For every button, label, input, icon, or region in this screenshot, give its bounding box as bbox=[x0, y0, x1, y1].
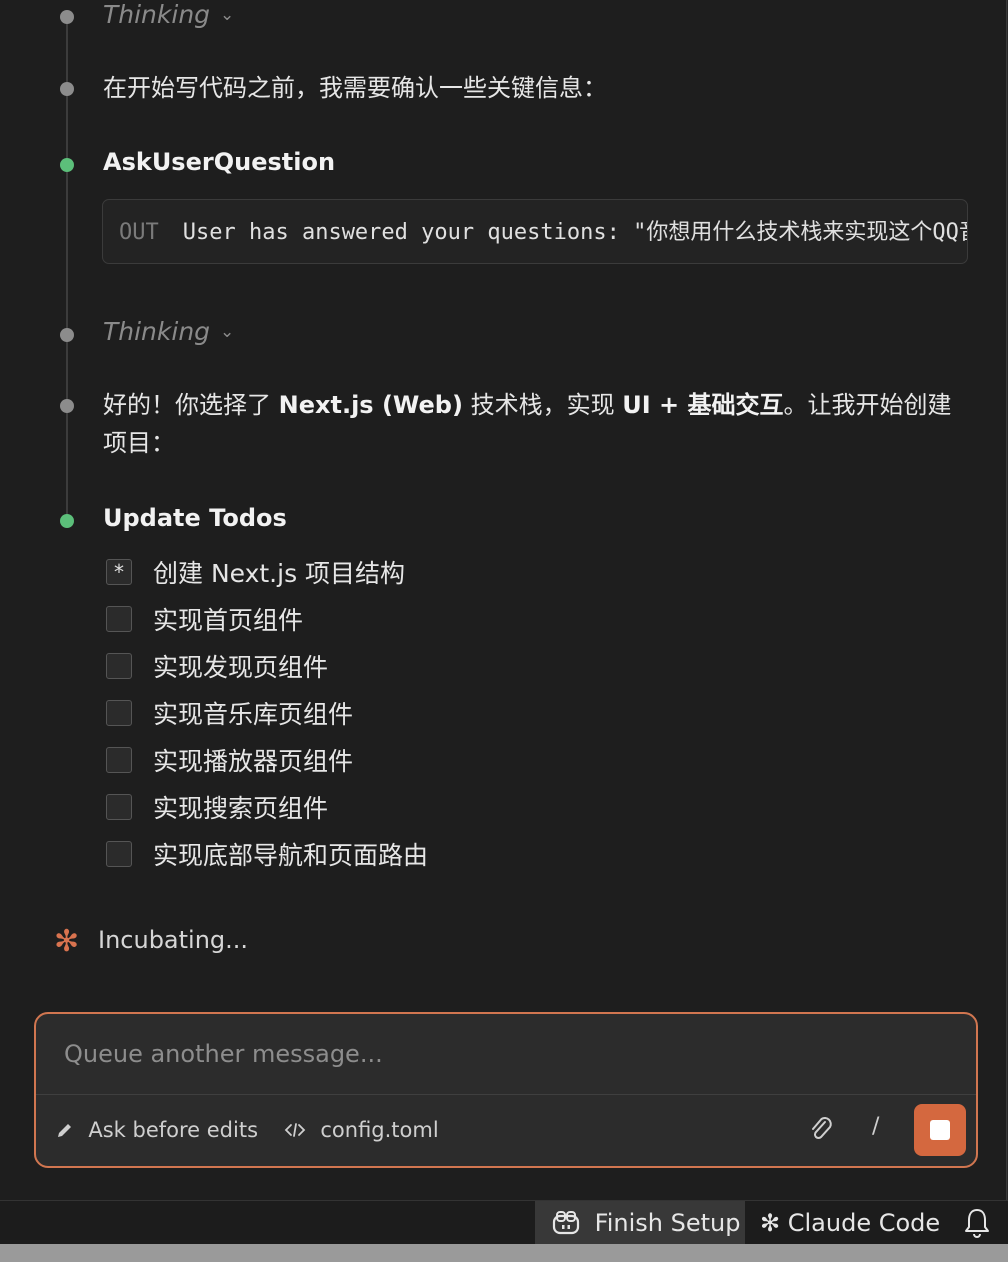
status-bar: Finish Setup ✻ Claude Code bbox=[0, 1200, 1008, 1245]
code-icon bbox=[284, 1118, 312, 1142]
todo-label: 实现底部导航和页面路由 bbox=[153, 841, 429, 870]
tool-output-box[interactable]: OUT User has answered your questions: "你想… bbox=[102, 199, 968, 264]
message-input[interactable] bbox=[36, 1014, 976, 1094]
composer-divider bbox=[36, 1094, 976, 1095]
slash-command-button[interactable]: / bbox=[872, 1114, 879, 1139]
context-file-label: config.toml bbox=[320, 1118, 439, 1142]
out-tag: OUT bbox=[119, 220, 159, 245]
message-composer: Ask before edits config.toml / bbox=[34, 1012, 978, 1168]
finish-setup-button[interactable]: Finish Setup bbox=[535, 1201, 745, 1245]
stop-icon bbox=[930, 1120, 950, 1140]
finish-setup-label: Finish Setup bbox=[594, 1209, 741, 1237]
chevron-down-icon: ⌄ bbox=[220, 322, 235, 342]
edit-mode-label: Ask before edits bbox=[88, 1118, 259, 1142]
todo-label: 实现发现页组件 bbox=[153, 653, 329, 682]
edit-mode-button[interactable]: Ask before edits bbox=[56, 1116, 258, 1144]
window-bottom-edge bbox=[0, 1244, 1008, 1262]
paperclip-icon[interactable] bbox=[806, 1114, 836, 1144]
todo-label: 实现音乐库页组件 bbox=[153, 700, 354, 729]
todo-checkbox bbox=[106, 606, 132, 632]
message-text: 好的！你选择了 bbox=[103, 391, 279, 419]
timeline-dot-success bbox=[60, 158, 74, 172]
thinking-toggle[interactable]: Thinking ⌄ bbox=[103, 0, 234, 29]
tool-output-text: User has answered your questions: "你想用什么… bbox=[182, 220, 968, 245]
claude-asterisk-icon: ✻ bbox=[760, 1209, 781, 1237]
message-text: 技术栈，实现 bbox=[462, 391, 623, 419]
message-bold: Next.js (Web) bbox=[278, 391, 463, 419]
todo-checkbox bbox=[106, 841, 132, 867]
copilot-icon bbox=[551, 1209, 595, 1237]
tool-title-ask-user-question: AskUserQuestion bbox=[103, 148, 336, 176]
pencil-icon bbox=[56, 1118, 80, 1142]
todo-label: 创建 Next.js 项目结构 bbox=[153, 559, 406, 588]
message-bold: UI + 基础交互 bbox=[622, 391, 784, 419]
thinking-toggle[interactable]: Thinking ⌄ bbox=[103, 317, 234, 346]
chat-panel: Thinking ⌄ 在开始写代码之前，我需要确认一些关键信息： AskUserQ… bbox=[0, 0, 1007, 1200]
claude-code-label: Claude Code bbox=[787, 1209, 941, 1237]
timeline-dot bbox=[60, 82, 74, 96]
todo-label: 实现播放器页组件 bbox=[153, 747, 354, 776]
chevron-down-icon: ⌄ bbox=[220, 5, 235, 25]
todo-checkbox bbox=[106, 700, 132, 726]
todo-checkbox bbox=[106, 747, 132, 773]
timeline-dot bbox=[60, 328, 74, 342]
todo-label: 实现首页组件 bbox=[153, 606, 304, 635]
todo-label: 实现搜索页组件 bbox=[153, 794, 329, 823]
status-label: Incubating... bbox=[98, 926, 249, 954]
todo-checkbox bbox=[106, 653, 132, 679]
tool-title-update-todos: Update Todos bbox=[103, 504, 287, 532]
assistant-message: 在开始写代码之前，我需要确认一些关键信息： bbox=[103, 74, 607, 102]
assistant-message: 好的！你选择了 Next.js (Web) 技术栈，实现 UI + 基础交互。让… bbox=[103, 386, 963, 462]
bell-icon[interactable] bbox=[962, 1201, 996, 1245]
todo-checkbox bbox=[106, 794, 132, 820]
claude-code-button[interactable]: ✻ Claude Code bbox=[760, 1201, 940, 1245]
spinner-asterisk-icon: ✻ bbox=[54, 924, 80, 959]
thinking-label: Thinking bbox=[103, 317, 211, 346]
todo-checkbox-in-progress: * bbox=[106, 559, 132, 585]
context-file-button[interactable]: config.toml bbox=[284, 1116, 439, 1144]
timeline-dot bbox=[60, 399, 74, 413]
thinking-label: Thinking bbox=[103, 0, 211, 29]
timeline-dot bbox=[60, 10, 74, 24]
stop-button[interactable] bbox=[914, 1104, 966, 1156]
timeline-dot-success bbox=[60, 514, 74, 528]
